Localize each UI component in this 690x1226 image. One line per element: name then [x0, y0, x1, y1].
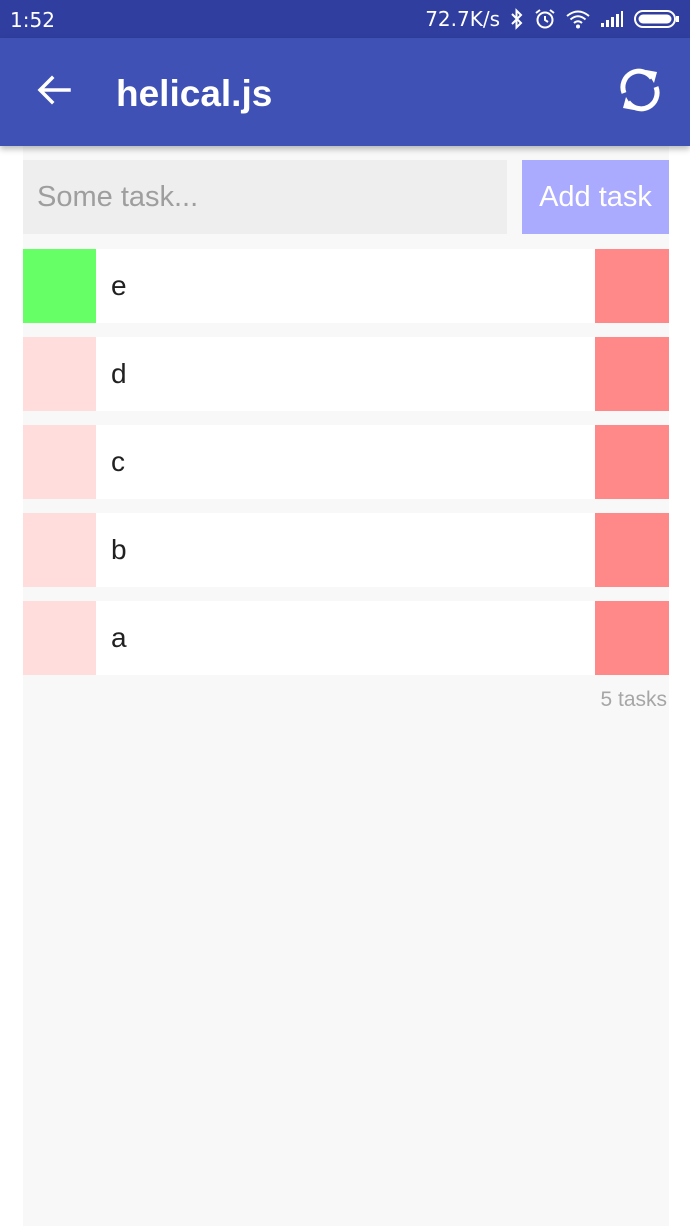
task-row: b: [23, 513, 669, 587]
bluetooth-icon: [510, 8, 524, 30]
task-toggle[interactable]: [23, 601, 96, 675]
task-label[interactable]: c: [111, 425, 125, 499]
signal-icon: [600, 10, 624, 28]
task-toggle[interactable]: [23, 337, 96, 411]
refresh-icon: [616, 66, 664, 119]
network-speed: 72.7K/s: [425, 7, 500, 31]
status-icons: 72.7K/s: [425, 6, 680, 32]
task-panel: Add task e d c b a 5 tasks: [23, 146, 669, 1226]
task-delete-button[interactable]: [595, 601, 669, 675]
task-input[interactable]: [23, 160, 507, 234]
task-delete-button[interactable]: [595, 249, 669, 323]
task-toggle[interactable]: [23, 249, 96, 323]
task-label[interactable]: a: [111, 601, 127, 675]
task-toggle[interactable]: [23, 513, 96, 587]
task-label[interactable]: b: [111, 513, 127, 587]
arrow-left-icon: [37, 75, 71, 110]
app-bar: helical.js: [0, 38, 690, 146]
task-row: e: [23, 249, 669, 323]
task-label[interactable]: e: [111, 249, 127, 323]
task-delete-button[interactable]: [595, 513, 669, 587]
task-list: e d c b a: [23, 249, 669, 689]
task-delete-button[interactable]: [595, 337, 669, 411]
refresh-button[interactable]: [612, 64, 668, 120]
task-count: 5 tasks: [600, 688, 667, 711]
alarm-icon: [534, 8, 556, 30]
task-row: a: [23, 601, 669, 675]
task-label[interactable]: d: [111, 337, 127, 411]
task-row: c: [23, 425, 669, 499]
app-title: helical.js: [116, 73, 273, 114]
battery-icon: [634, 9, 680, 29]
back-button[interactable]: [28, 66, 80, 118]
status-bar: 1:52 72.7K/s: [0, 0, 690, 38]
task-toggle[interactable]: [23, 425, 96, 499]
wifi-icon: [566, 9, 590, 29]
task-delete-button[interactable]: [595, 425, 669, 499]
add-task-button[interactable]: Add task: [522, 160, 669, 234]
add-task-form: Add task: [23, 160, 669, 234]
status-time: 1:52: [10, 8, 55, 32]
task-row: d: [23, 337, 669, 411]
